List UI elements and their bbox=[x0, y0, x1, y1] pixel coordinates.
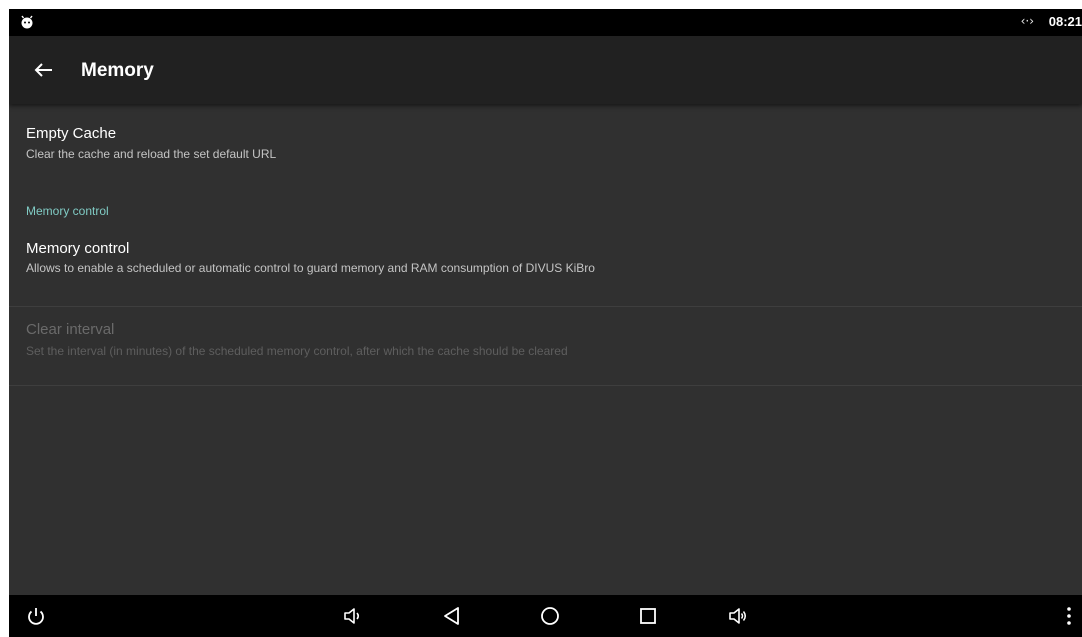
android-icon bbox=[21, 15, 33, 29]
category-header: Memory control bbox=[26, 204, 109, 218]
pref-title: Empty Cache bbox=[26, 125, 117, 142]
divider bbox=[9, 385, 1082, 386]
recents-icon[interactable] bbox=[637, 605, 659, 627]
volume-down-icon[interactable] bbox=[342, 605, 364, 627]
pref-title: Clear interval bbox=[26, 321, 115, 338]
overflow-menu-icon[interactable] bbox=[1058, 605, 1080, 627]
pref-memory-control[interactable]: Memory control Allows to enable a schedu… bbox=[9, 228, 1082, 306]
navigation-bar bbox=[9, 595, 1082, 637]
volume-up-icon[interactable] bbox=[727, 605, 749, 627]
pref-clear-interval: Clear interval Set the interval (in minu… bbox=[9, 307, 1082, 385]
pref-summary: Allows to enable a scheduled or automati… bbox=[26, 261, 595, 275]
pref-title: Memory control bbox=[26, 240, 130, 257]
toolbar: Memory bbox=[9, 36, 1082, 104]
pref-summary: Clear the cache and reload the set defau… bbox=[26, 147, 277, 161]
network-icon: ‹·› bbox=[1020, 14, 1034, 28]
page-title: Memory bbox=[81, 60, 154, 81]
back-button[interactable] bbox=[31, 57, 57, 83]
power-icon[interactable] bbox=[25, 605, 47, 627]
pref-empty-cache[interactable]: Empty Cache Clear the cache and reload t… bbox=[9, 104, 1082, 182]
preferences-list: Empty Cache Clear the cache and reload t… bbox=[9, 104, 1082, 595]
back-icon[interactable] bbox=[441, 605, 463, 627]
clock: 08:21 bbox=[1048, 14, 1082, 29]
home-icon[interactable] bbox=[539, 605, 561, 627]
android-screen: ‹·› 08:21 Memory Empty Cache Clear the c… bbox=[9, 9, 1082, 637]
status-bar: ‹·› 08:21 bbox=[9, 9, 1082, 36]
pref-summary: Set the interval (in minutes) of the sch… bbox=[26, 344, 568, 358]
arrow-back-icon bbox=[34, 63, 52, 77]
